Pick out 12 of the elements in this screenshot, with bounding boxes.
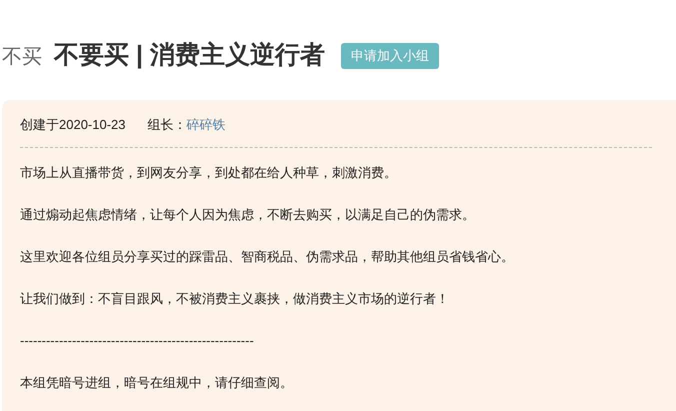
leader-label: 组长：: [148, 116, 186, 134]
group-title: 不要买 | 消费主义逆行者: [54, 40, 325, 72]
description-paragraph: 通过煽动起焦虑情绪，让每个人因为焦虑，不断去购买，以满足自己的伪需求。: [20, 206, 476, 224]
description-paragraph: 市场上从直播带货，到网友分享，到处都在给人种草，刺激消费。: [20, 164, 398, 182]
description-paragraph: 让我们做到：不盲目跟风，不被消费主义裹挟，做消费主义市场的逆行者！: [20, 290, 450, 308]
description-paragraph: ------------------------------------------------------: [20, 332, 255, 350]
description-paragraph: 这里欢迎各位组员分享买过的踩雷品、智商税品、伪需求品，帮助其他组员省钱省心。: [20, 248, 515, 266]
group-logo: 不买: [2, 43, 42, 70]
join-group-button[interactable]: 申请加入小组: [340, 43, 439, 69]
leader-link[interactable]: 碎碎铁: [186, 115, 226, 134]
created-date: 创建于2020-10-23: [20, 116, 126, 134]
description-paragraph: 本组凭暗号进组，暗号在组规中，请仔细查阅。: [20, 374, 294, 392]
